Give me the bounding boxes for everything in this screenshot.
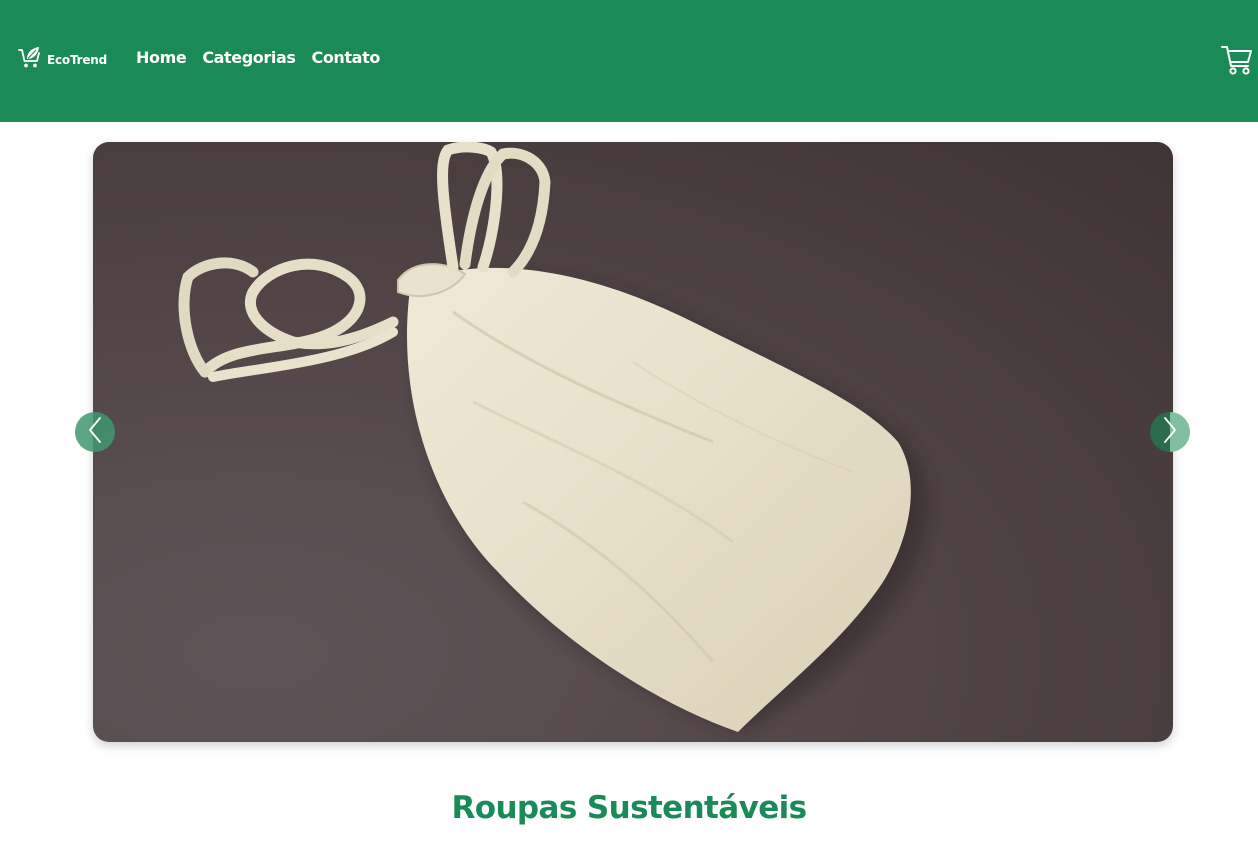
- nav-link-categorias[interactable]: Categorias: [202, 47, 296, 69]
- chevron-right-icon: [1160, 416, 1180, 448]
- section-title: Roupas Sustentáveis: [451, 790, 808, 826]
- logo-text: EcoTrend: [47, 53, 108, 67]
- carousel-next-button[interactable]: [1150, 412, 1190, 452]
- site-header: EcoTrend Home Categorias Contato: [0, 0, 1258, 122]
- chevron-left-icon: [85, 416, 105, 448]
- leaf-cart-icon: [18, 46, 44, 74]
- product-image-drawstring-bag: [178, 142, 928, 732]
- logo[interactable]: EcoTrend: [18, 46, 107, 74]
- shopping-cart-icon: [1220, 46, 1254, 81]
- cart-button[interactable]: [1220, 43, 1254, 77]
- main-nav: Home Categorias Contato: [136, 47, 380, 69]
- nav-link-contato[interactable]: Contato: [312, 47, 381, 69]
- carousel-prev-button[interactable]: [75, 412, 115, 452]
- hero-carousel: [93, 142, 1173, 742]
- nav-link-home[interactable]: Home: [136, 47, 187, 69]
